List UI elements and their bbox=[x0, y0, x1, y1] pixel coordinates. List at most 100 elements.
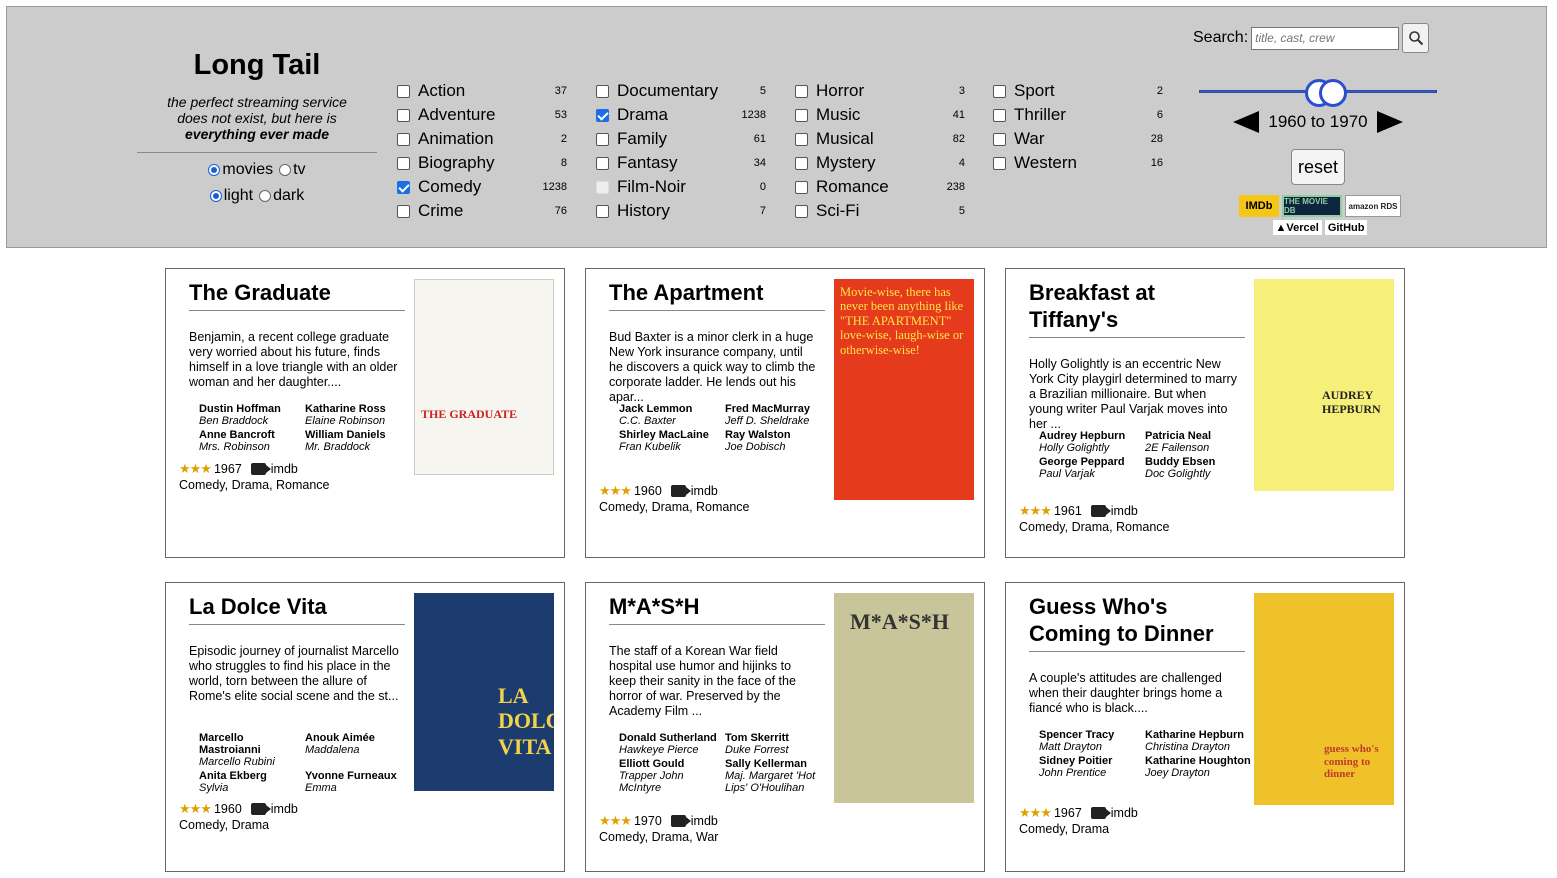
genre-label[interactable]: Animation bbox=[418, 129, 494, 149]
genre-checkbox[interactable] bbox=[397, 204, 410, 218]
genre-label[interactable]: Horror bbox=[816, 81, 864, 101]
genre-checkbox[interactable] bbox=[596, 204, 609, 218]
genre-checkbox[interactable] bbox=[397, 132, 410, 146]
movie-title[interactable]: Breakfast at Tiffany's bbox=[1029, 279, 1245, 338]
movie-poster[interactable]: AUDREY HEPBURN bbox=[1254, 279, 1394, 491]
actor-name[interactable]: Donald Sutherland bbox=[619, 732, 723, 744]
genre-checkbox[interactable] bbox=[596, 132, 609, 146]
genre-option-mystery[interactable]: Mystery 4 bbox=[795, 151, 965, 175]
genre-label[interactable]: Thriller bbox=[1014, 105, 1066, 125]
genre-option-family[interactable]: Family 61 bbox=[596, 127, 766, 151]
actor-name[interactable]: Shirley MacLaine bbox=[619, 429, 723, 441]
cast-member[interactable]: Shirley MacLaine Fran Kubelik bbox=[619, 429, 723, 453]
actor-name[interactable]: Anouk Aimée bbox=[305, 732, 413, 744]
actor-name[interactable]: Yvonne Furneaux bbox=[305, 770, 413, 782]
actor-name[interactable]: Patricia Neal bbox=[1145, 430, 1253, 442]
movie-card[interactable]: M*A*S*H The staff of a Korean War field h… bbox=[585, 582, 985, 872]
cast-member[interactable]: Katharine Houghton Joey Drayton bbox=[1145, 755, 1253, 779]
dark-radio[interactable]: dark bbox=[259, 187, 304, 205]
cast-member[interactable]: Dustin Hoffman Ben Braddock bbox=[199, 403, 303, 427]
actor-name[interactable]: Audrey Hepburn bbox=[1039, 430, 1143, 442]
actor-name[interactable]: Jack Lemmon bbox=[619, 403, 723, 415]
cast-member[interactable]: Marcello Mastroianni Marcello Rubini bbox=[199, 732, 303, 768]
genre-option-crime[interactable]: Crime 76 bbox=[397, 199, 567, 223]
genre-checkbox[interactable] bbox=[596, 108, 609, 122]
genre-checkbox[interactable] bbox=[596, 84, 609, 98]
imdb-link[interactable]: imdb bbox=[1111, 504, 1138, 518]
cast-member[interactable]: Elliott Gould Trapper John McIntyre bbox=[619, 758, 723, 794]
genre-checkbox[interactable] bbox=[993, 156, 1006, 170]
genre-label[interactable]: Adventure bbox=[418, 105, 496, 125]
genre-option-history[interactable]: History 7 bbox=[596, 199, 766, 223]
genre-checkbox[interactable] bbox=[795, 132, 808, 146]
genre-option-animation[interactable]: Animation 2 bbox=[397, 127, 567, 151]
actor-name[interactable]: Buddy Ebsen bbox=[1145, 456, 1253, 468]
search-button[interactable] bbox=[1402, 23, 1430, 53]
genre-option-western[interactable]: Western 16 bbox=[993, 151, 1163, 175]
movie-card[interactable]: The Apartment Bud Baxter is a minor clerk… bbox=[585, 268, 985, 558]
genre-option-fantasy[interactable]: Fantasy 34 bbox=[596, 151, 766, 175]
actor-name[interactable]: Fred MacMurray bbox=[725, 403, 833, 415]
light-radio[interactable]: light bbox=[209, 187, 253, 205]
cast-member[interactable]: Anita Ekberg Sylvia bbox=[199, 770, 303, 794]
movie-card[interactable]: The Graduate Benjamin, a recent college g… bbox=[165, 268, 565, 558]
cast-member[interactable]: Spencer Tracy Matt Drayton bbox=[1039, 729, 1143, 753]
cast-member[interactable]: Sidney Poitier John Prentice bbox=[1039, 755, 1143, 779]
actor-name[interactable]: George Peppard bbox=[1039, 456, 1143, 468]
genre-option-sport[interactable]: Sport 2 bbox=[993, 79, 1163, 103]
actor-name[interactable]: Ray Walston bbox=[725, 429, 833, 441]
genre-checkbox[interactable] bbox=[397, 108, 410, 122]
genre-option-biography[interactable]: Biography 8 bbox=[397, 151, 567, 175]
imdb-link[interactable]: imdb bbox=[691, 484, 718, 498]
genre-option-action[interactable]: Action 37 bbox=[397, 79, 567, 103]
imdb-logo[interactable]: IMDb bbox=[1239, 195, 1279, 217]
cast-member[interactable]: Ray Walston Joe Dobisch bbox=[725, 429, 833, 453]
genre-checkbox[interactable] bbox=[397, 180, 410, 194]
cast-member[interactable]: William Daniels Mr. Braddock bbox=[305, 429, 413, 453]
genre-label[interactable]: Comedy bbox=[418, 177, 481, 197]
genre-label[interactable]: History bbox=[617, 201, 670, 221]
genre-option-music[interactable]: Music 41 bbox=[795, 103, 965, 127]
genre-label[interactable]: Family bbox=[617, 129, 667, 149]
genre-checkbox[interactable] bbox=[596, 156, 609, 170]
tmdb-logo[interactable]: THE MOVIE DB bbox=[1282, 195, 1342, 217]
genre-checkbox[interactable] bbox=[993, 84, 1006, 98]
genre-option-romance[interactable]: Romance 238 bbox=[795, 175, 965, 199]
genre-option-documentary[interactable]: Documentary 5 bbox=[596, 79, 766, 103]
radio-dot[interactable] bbox=[209, 190, 222, 202]
imdb-link[interactable]: imdb bbox=[271, 802, 298, 816]
movie-title[interactable]: The Apartment bbox=[609, 279, 825, 311]
genre-option-horror[interactable]: Horror 3 bbox=[795, 79, 965, 103]
genre-label[interactable]: Romance bbox=[816, 177, 889, 197]
github-logo[interactable]: GitHub bbox=[1324, 220, 1368, 235]
genre-checkbox[interactable] bbox=[993, 132, 1006, 146]
reset-button[interactable]: reset bbox=[1291, 149, 1345, 185]
cast-member[interactable]: Jack Lemmon C.C. Baxter bbox=[619, 403, 723, 427]
actor-name[interactable]: Sidney Poitier bbox=[1039, 755, 1143, 767]
genre-label[interactable]: Music bbox=[816, 105, 860, 125]
genre-label[interactable]: Fantasy bbox=[617, 153, 677, 173]
year-range-slider[interactable] bbox=[1199, 79, 1437, 107]
genre-option-war[interactable]: War 28 bbox=[993, 127, 1163, 151]
amazon-rds-logo[interactable]: amazon RDS bbox=[1345, 195, 1401, 217]
actor-name[interactable]: Marcello Mastroianni bbox=[199, 732, 303, 756]
genre-option-musical[interactable]: Musical 82 bbox=[795, 127, 965, 151]
radio-dot[interactable] bbox=[259, 190, 272, 202]
cast-member[interactable]: Yvonne Furneaux Emma bbox=[305, 770, 413, 794]
genre-checkbox[interactable] bbox=[795, 156, 808, 170]
genre-checkbox[interactable] bbox=[795, 84, 808, 98]
next-decade-arrow-icon[interactable] bbox=[1376, 111, 1403, 133]
tv-radio[interactable]: tv bbox=[279, 161, 306, 179]
movie-card[interactable]: La Dolce Vita Episodic journey of journal… bbox=[165, 582, 565, 872]
movie-title[interactable]: M*A*S*H bbox=[609, 593, 825, 625]
actor-name[interactable]: Dustin Hoffman bbox=[199, 403, 303, 415]
cast-member[interactable]: Fred MacMurray Jeff D. Sheldrake bbox=[725, 403, 833, 427]
search-input[interactable] bbox=[1251, 26, 1400, 50]
actor-name[interactable]: Katharine Ross bbox=[305, 403, 413, 415]
movie-poster[interactable]: THE GRADUATE bbox=[414, 279, 554, 475]
movies-radio[interactable]: movies bbox=[208, 161, 273, 179]
genre-label[interactable]: War bbox=[1014, 129, 1045, 149]
genre-label[interactable]: Sport bbox=[1014, 81, 1055, 101]
movie-title[interactable]: La Dolce Vita bbox=[189, 593, 405, 625]
actor-name[interactable]: William Daniels bbox=[305, 429, 413, 441]
